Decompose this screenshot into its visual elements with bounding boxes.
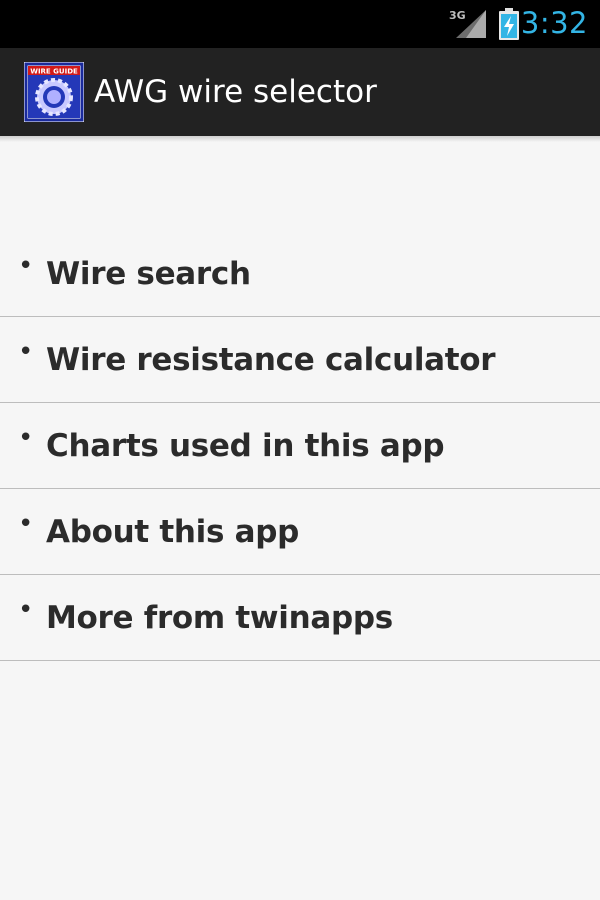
menu-list: • Wire search • Wire resistance calculat…	[0, 231, 600, 661]
screen: 3G 3:32 WIRE GUIDE AWG wire selector • W…	[0, 0, 600, 900]
menu-item-label: More from twinapps	[46, 600, 393, 636]
network-type-label: 3G	[449, 9, 466, 22]
app-icon-banner-text: WIRE GUIDE	[30, 68, 78, 76]
menu-item-wire-resistance-calculator[interactable]: • Wire resistance calculator	[0, 317, 600, 403]
battery-charging-icon	[499, 8, 519, 40]
menu-item-about[interactable]: • About this app	[0, 489, 600, 575]
menu-item-label: Wire search	[46, 256, 251, 292]
menu-item-label: About this app	[46, 514, 300, 550]
menu-item-more-from-twinapps[interactable]: • More from twinapps	[0, 575, 600, 661]
bullet-icon: •	[18, 509, 34, 539]
app-icon[interactable]: WIRE GUIDE	[24, 62, 84, 122]
clock: 3:32	[520, 6, 588, 40]
bullet-icon: •	[18, 337, 34, 367]
menu-item-wire-search[interactable]: • Wire search	[0, 231, 600, 317]
menu-item-label: Charts used in this app	[46, 428, 445, 464]
action-bar-shadow	[0, 136, 600, 142]
bullet-icon: •	[18, 423, 34, 453]
menu-item-label: Wire resistance calculator	[46, 342, 496, 378]
bullet-icon: •	[18, 595, 34, 625]
action-bar: WIRE GUIDE AWG wire selector	[0, 48, 600, 136]
status-bar: 3G 3:32	[0, 0, 600, 48]
app-title: AWG wire selector	[94, 74, 377, 110]
bullet-icon: •	[18, 251, 34, 281]
menu-item-charts[interactable]: • Charts used in this app	[0, 403, 600, 489]
